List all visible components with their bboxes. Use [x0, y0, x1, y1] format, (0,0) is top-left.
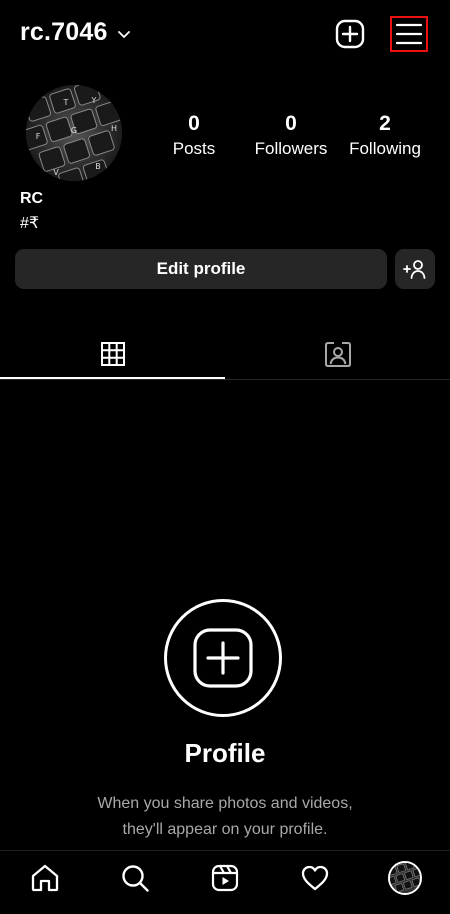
following-label: Following	[349, 139, 421, 158]
following-stat[interactable]: 2 Following	[345, 112, 425, 162]
empty-state-line-2: they'll appear on your profile.	[122, 821, 328, 838]
keyboard-photo-small	[390, 863, 420, 893]
key-g: G	[71, 126, 77, 135]
chevron-down-icon	[117, 30, 130, 38]
empty-state-text: When you share photos and videos, they'l…	[60, 791, 390, 843]
profile-avatar-small	[388, 861, 422, 895]
active-tab-indicator	[0, 377, 225, 379]
hamburger-menu-icon	[395, 23, 423, 45]
followers-label: Followers	[254, 139, 328, 158]
create-button[interactable]	[332, 16, 368, 52]
menu-button[interactable]	[390, 16, 428, 52]
tab-posts-grid[interactable]	[0, 330, 225, 378]
following-count: 2	[379, 112, 391, 135]
posts-count: 0	[188, 112, 200, 135]
bottom-nav-divider	[0, 850, 450, 851]
profile-bio: #₹	[20, 215, 40, 232]
key-f: F	[36, 132, 41, 141]
keyboard-photo: T Y F G H V B	[26, 85, 122, 181]
posts-stat: 0 Posts	[162, 112, 226, 162]
followers-count: 0	[285, 112, 297, 135]
reels-icon	[211, 864, 239, 892]
tab-divider	[0, 379, 450, 380]
nav-profile[interactable]	[385, 858, 425, 898]
posts-label: Posts	[172, 139, 216, 158]
key-h: H	[111, 124, 117, 133]
empty-state-title: Profile	[184, 738, 266, 768]
username: rc.7046	[20, 18, 108, 46]
key-y: Y	[91, 96, 97, 105]
nav-search[interactable]	[115, 858, 155, 898]
username-switcher[interactable]: rc.7046	[20, 18, 132, 47]
nav-home[interactable]	[25, 858, 65, 898]
create-post-button[interactable]	[164, 599, 282, 717]
tagged-person-icon	[324, 342, 351, 367]
discover-people-button[interactable]	[395, 249, 435, 289]
search-icon	[122, 865, 149, 892]
edit-profile-button[interactable]: Edit profile	[15, 249, 387, 289]
home-icon	[31, 864, 59, 892]
empty-state-line-1: When you share photos and videos,	[97, 795, 353, 812]
plus-square-icon	[335, 19, 365, 49]
profile-avatar[interactable]: T Y F G H V B	[26, 85, 122, 181]
key-v: V	[53, 168, 59, 177]
grid-icon	[100, 342, 125, 366]
tab-tagged[interactable]	[225, 330, 450, 378]
plus-square-icon	[193, 628, 253, 688]
add-person-icon	[403, 260, 426, 279]
profile-name: RC	[20, 190, 44, 207]
nav-activity[interactable]	[295, 858, 335, 898]
key-b: B	[95, 162, 101, 171]
key-t: T	[63, 98, 69, 107]
nav-reels[interactable]	[205, 858, 245, 898]
heart-icon	[301, 865, 329, 891]
followers-stat[interactable]: 0 Followers	[248, 112, 334, 162]
